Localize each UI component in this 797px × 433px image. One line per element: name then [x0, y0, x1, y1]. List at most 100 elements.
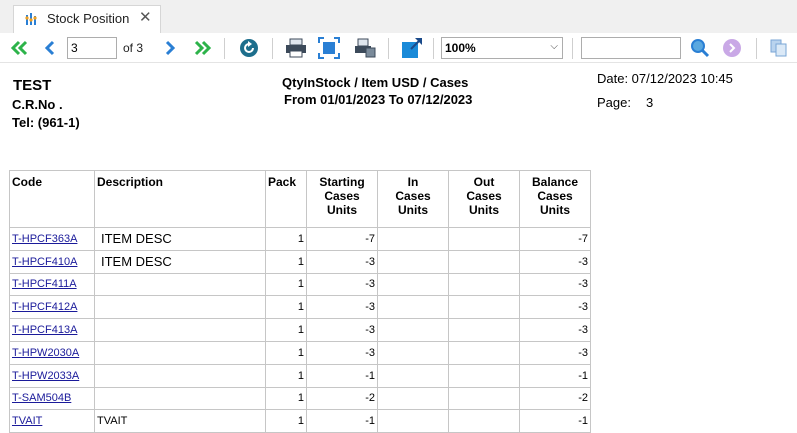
toolbar-separator	[272, 38, 273, 59]
item-in-qty-cell	[377, 318, 449, 342]
export-icon	[402, 38, 422, 58]
copy-button[interactable]	[767, 36, 791, 60]
page-number-input[interactable]: 3	[67, 37, 117, 59]
item-code-link[interactable]: T-HPCF410A	[12, 256, 77, 268]
item-code-link-cell: T-HPW2030A	[9, 340, 95, 365]
header-starting-line2: Cases	[324, 189, 360, 203]
header-description-label: Description	[97, 175, 164, 189]
search-button[interactable]	[688, 36, 712, 60]
export-button[interactable]	[400, 36, 424, 60]
table-row: TVAIT TVAIT 1 -1 -1	[9, 409, 591, 433]
item-pack: 1	[297, 278, 304, 291]
item-code-link-cell: T-HPCF363A	[9, 227, 95, 251]
toolbar-separator	[224, 38, 225, 59]
item-description: ITEM DESC	[101, 231, 172, 247]
item-pack: 1	[297, 301, 304, 314]
print-button[interactable]	[284, 36, 308, 60]
previous-page-icon	[44, 40, 55, 56]
item-code-link-cell: T-HPCF411A	[9, 272, 95, 297]
item-balance-qty-cell: -7	[519, 227, 591, 251]
item-starting-qty: -1	[365, 415, 375, 428]
header-balance-line3: Units	[540, 203, 570, 217]
item-starting-qty: -3	[365, 346, 375, 359]
header-out-line1: Out	[473, 175, 495, 189]
item-in-qty-cell	[377, 340, 449, 365]
item-code-link-cell: T-HPCF412A	[9, 295, 95, 320]
next-page-icon	[165, 40, 176, 56]
stock-table: Code Description Pack Starting Cases Uni…	[9, 170, 591, 433]
header-starting-line3: Units	[327, 203, 357, 217]
cr-number: C.R.No .	[12, 97, 63, 112]
item-code-link-cell: TVAIT	[9, 409, 95, 433]
report-date: Date: 07/12/2023 10:45	[597, 71, 733, 86]
item-pack: 1	[297, 369, 304, 382]
item-balance-qty-cell: -1	[519, 409, 591, 433]
print-setup-button[interactable]	[353, 36, 377, 60]
company-name: TEST	[13, 77, 52, 94]
item-starting-qty-cell: -3	[306, 295, 378, 320]
header-description: Description	[94, 170, 266, 228]
telephone: Tel: (961-1)	[12, 115, 80, 130]
table-row: T-HPCF413A 1 -3 -3	[9, 318, 591, 342]
item-balance-qty-cell: -3	[519, 340, 591, 365]
item-description-cell	[94, 340, 266, 365]
find-next-button[interactable]	[720, 36, 744, 60]
item-code-link[interactable]: T-HPCF412A	[12, 301, 77, 313]
item-out-qty-cell	[448, 249, 520, 274]
report-title: QtyInStock / Item USD / Cases	[282, 75, 469, 90]
close-icon[interactable]: ✕	[139, 8, 152, 26]
item-pack-cell: 1	[265, 363, 307, 388]
tab-title: Stock Position	[47, 11, 130, 26]
header-out-line3: Units	[469, 203, 499, 217]
first-page-button[interactable]	[8, 36, 32, 60]
fit-page-icon	[318, 37, 340, 59]
item-starting-qty-cell: -2	[306, 386, 378, 411]
header-in-line3: Units	[398, 203, 428, 217]
table-header-row: Code Description Pack Starting Cases Uni…	[9, 170, 591, 228]
tab-stock-position[interactable]: Stock Position ✕	[13, 5, 161, 33]
search-input[interactable]	[581, 37, 681, 59]
item-description-cell	[94, 363, 266, 388]
last-page-button[interactable]	[190, 36, 214, 60]
previous-page-button[interactable]	[39, 36, 61, 60]
item-pack: 1	[297, 255, 304, 268]
header-pack: Pack	[265, 170, 307, 228]
item-pack-cell: 1	[265, 318, 307, 342]
table-row: T-HPCF412A 1 -3 -3	[9, 295, 591, 320]
item-pack-cell: 1	[265, 386, 307, 411]
item-code-link[interactable]: T-HPCF413A	[12, 324, 77, 336]
copy-icon	[770, 39, 787, 57]
header-out: Out Cases Units	[448, 170, 520, 228]
search-icon	[691, 39, 710, 58]
header-code-label: Code	[12, 175, 42, 189]
table-row: T-HPW2033A 1 -1 -1	[9, 363, 591, 388]
item-description-cell: ITEM DESC	[94, 227, 266, 251]
header-balance-line2: Cases	[537, 189, 573, 203]
item-out-qty-cell	[448, 272, 520, 297]
item-starting-qty-cell: -1	[306, 363, 378, 388]
item-code-link[interactable]: T-HPCF411A	[12, 278, 77, 290]
print-setup-icon	[355, 38, 376, 58]
next-page-button[interactable]	[159, 36, 181, 60]
item-code-link[interactable]: T-SAM504B	[12, 392, 71, 404]
item-code-link-cell: T-HPCF413A	[9, 318, 95, 342]
item-code-link[interactable]: T-HPW2030A	[12, 347, 79, 359]
chevron-down-icon: ⌵	[550, 41, 558, 52]
item-in-qty-cell	[377, 227, 449, 251]
item-balance-qty: -3	[578, 346, 588, 359]
fit-page-button[interactable]	[317, 36, 341, 60]
item-in-qty-cell	[377, 249, 449, 274]
item-code-link[interactable]: TVAIT	[12, 415, 42, 427]
item-in-qty-cell	[377, 272, 449, 297]
item-starting-qty: -7	[365, 232, 375, 245]
item-balance-qty-cell: -3	[519, 295, 591, 320]
item-pack-cell: 1	[265, 272, 307, 297]
toolbar-separator	[433, 38, 434, 59]
refresh-button[interactable]	[237, 36, 261, 60]
toolbar-separator	[388, 38, 389, 59]
item-code-link[interactable]: T-HPCF363A	[12, 233, 77, 245]
zoom-select[interactable]: 100% ⌵	[441, 37, 563, 59]
item-code-link[interactable]: T-HPW2033A	[12, 370, 79, 382]
table-row: T-HPW2030A 1 -3 -3	[9, 340, 591, 365]
item-balance-qty-cell: -3	[519, 272, 591, 297]
